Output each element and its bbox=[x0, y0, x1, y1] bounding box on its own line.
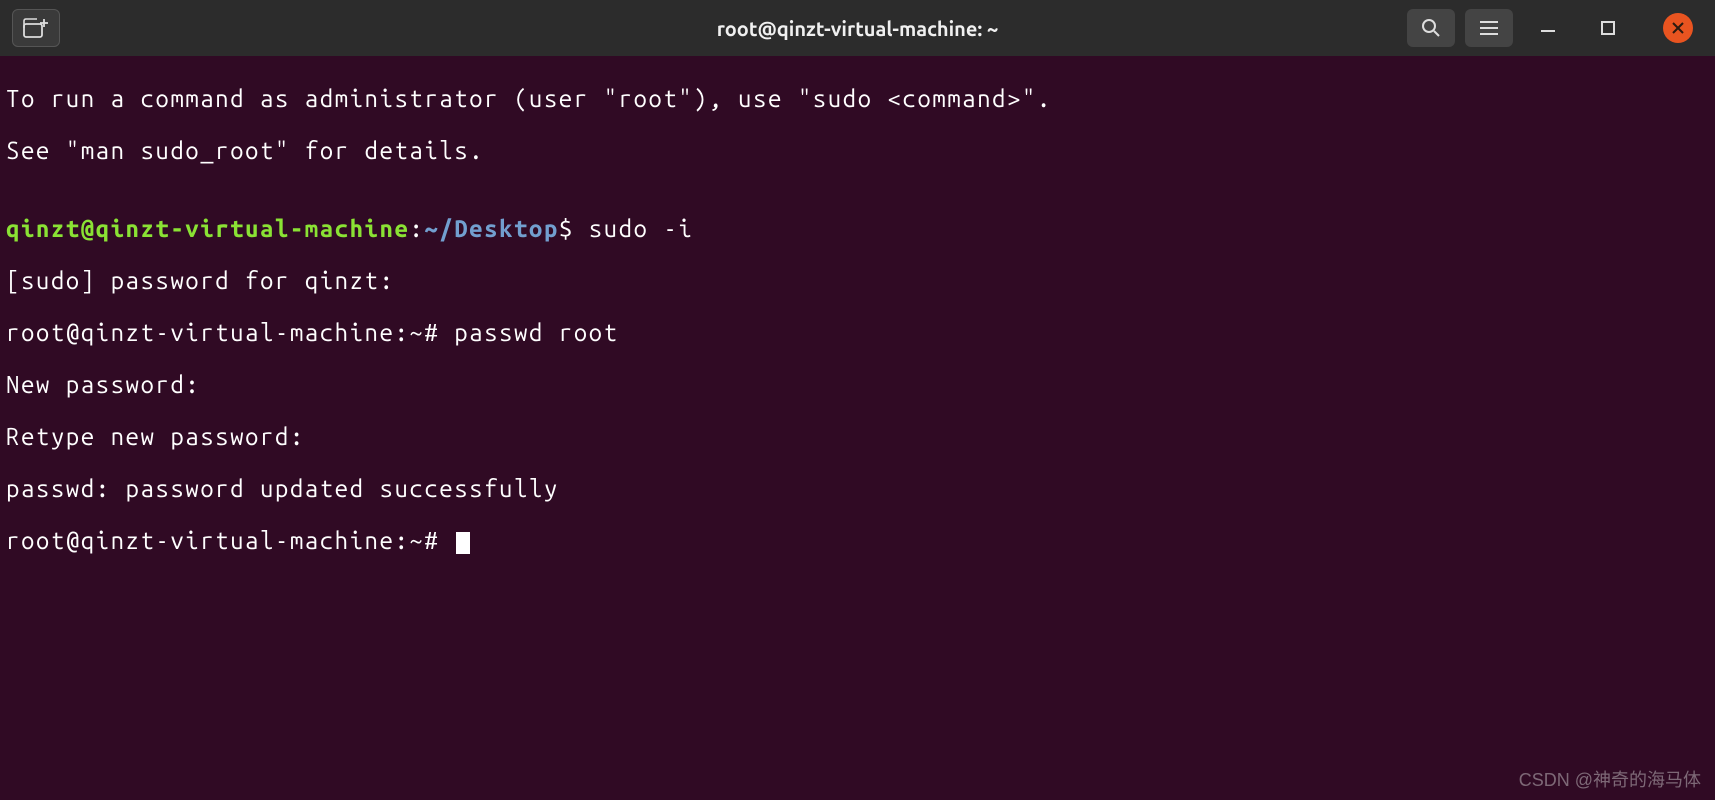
cwd-path: ~/Desktop bbox=[424, 215, 558, 242]
watermark: CSDN @神奇的海马体 bbox=[1519, 766, 1701, 792]
output-line: New password: bbox=[6, 372, 1709, 398]
titlebar-right bbox=[1407, 9, 1703, 47]
command-text: sudo -i bbox=[589, 215, 694, 242]
output-line: [sudo] password for qinzt: bbox=[6, 268, 1709, 294]
root-prompt: root@qinzt-virtual-machine:~# bbox=[6, 527, 454, 554]
close-button[interactable] bbox=[1663, 13, 1693, 43]
output-line: passwd: password updated successfully bbox=[6, 476, 1709, 502]
menu-button[interactable] bbox=[1465, 9, 1513, 47]
user-host: qinzt@qinzt-virtual-machine bbox=[6, 215, 409, 242]
terminal-output[interactable]: To run a command as administrator (user … bbox=[0, 56, 1715, 584]
current-prompt-line: root@qinzt-virtual-machine:~# bbox=[6, 528, 1709, 554]
window-title: root@qinzt-virtual-machine: ~ bbox=[717, 17, 999, 40]
minimize-icon bbox=[1539, 19, 1557, 37]
separator: : bbox=[409, 215, 424, 242]
prompt-line: qinzt@qinzt-virtual-machine:~/Desktop$ s… bbox=[6, 216, 1709, 242]
hamburger-icon bbox=[1479, 20, 1499, 36]
maximize-icon bbox=[1600, 20, 1616, 36]
search-button[interactable] bbox=[1407, 9, 1455, 47]
titlebar: root@qinzt-virtual-machine: ~ bbox=[0, 0, 1715, 56]
output-line: root@qinzt-virtual-machine:~# passwd roo… bbox=[6, 320, 1709, 346]
cursor bbox=[456, 532, 470, 554]
new-tab-icon bbox=[23, 18, 49, 38]
titlebar-left bbox=[12, 9, 60, 47]
close-icon bbox=[1672, 22, 1684, 34]
prompt-symbol: $ bbox=[559, 215, 589, 242]
new-tab-button[interactable] bbox=[12, 9, 60, 47]
minimize-button[interactable] bbox=[1523, 9, 1573, 47]
motd-line: See "man sudo_root" for details. bbox=[6, 138, 1709, 164]
motd-line: To run a command as administrator (user … bbox=[6, 86, 1709, 112]
output-line: Retype new password: bbox=[6, 424, 1709, 450]
maximize-button[interactable] bbox=[1583, 9, 1633, 47]
search-icon bbox=[1421, 18, 1441, 38]
